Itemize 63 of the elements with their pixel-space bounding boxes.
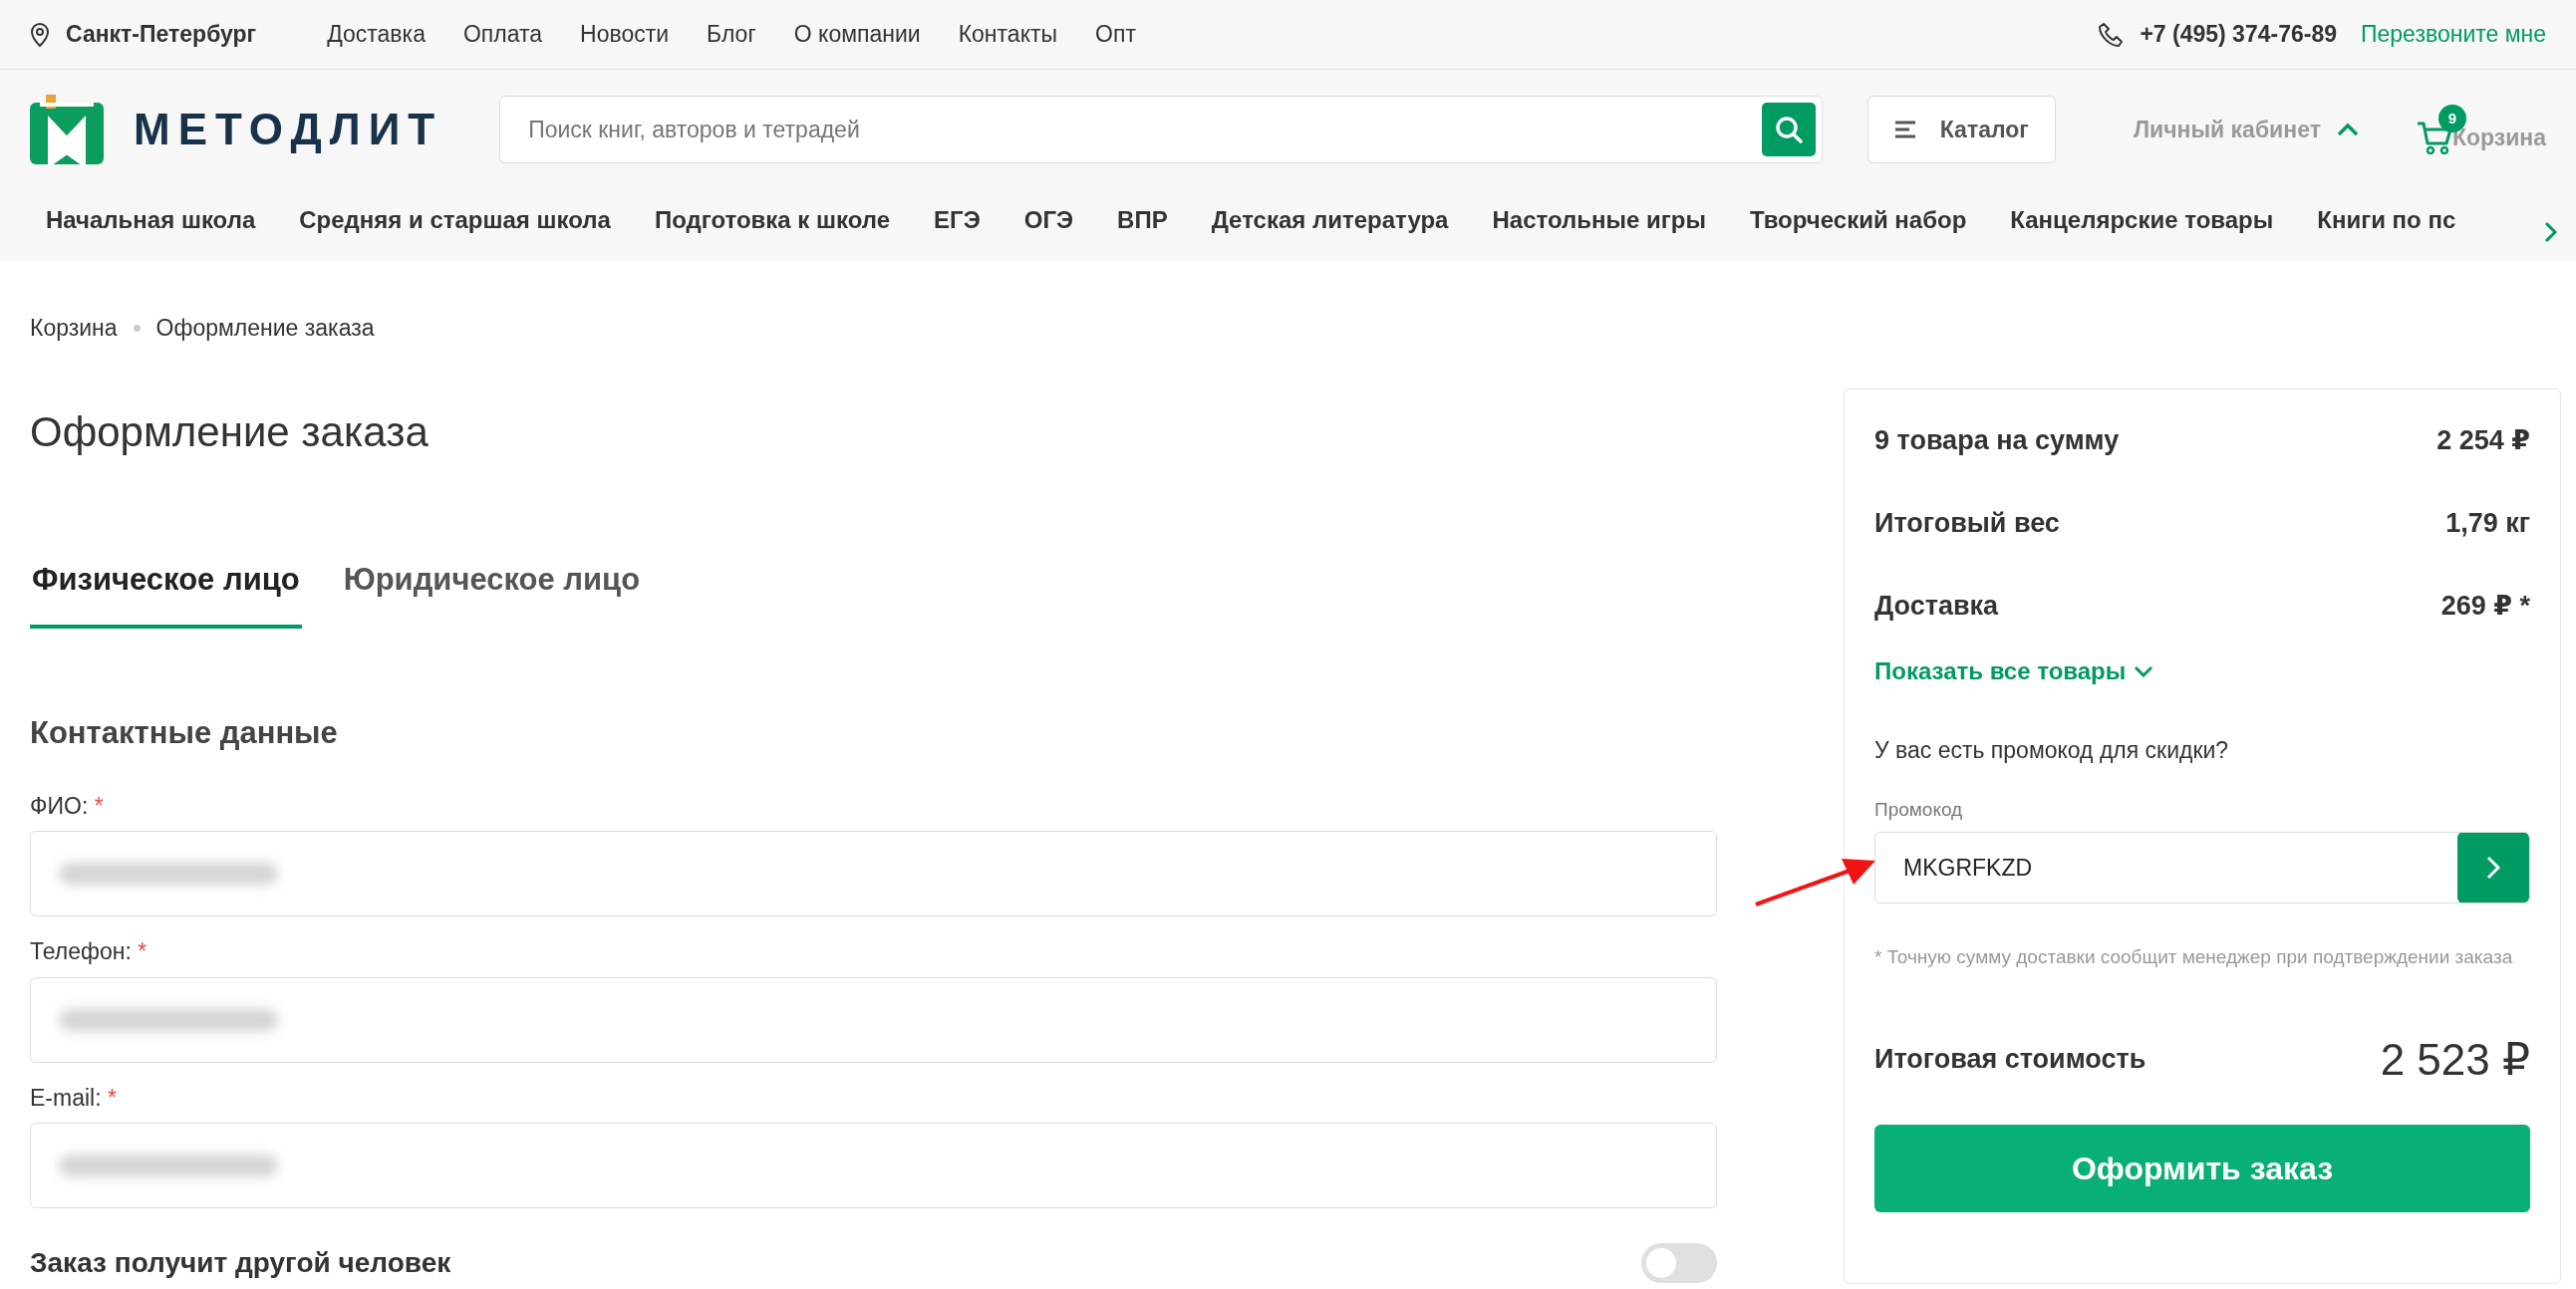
- page-title: Оформление заказа: [30, 406, 429, 457]
- tab[interactable]: Физическое лицо: [30, 556, 302, 630]
- nav-link[interactable]: Контакты: [958, 17, 1058, 52]
- toggle-label: Заказ получит другой человек: [30, 1246, 451, 1281]
- breadcrumb-link[interactable]: Оформление заказа: [155, 311, 375, 346]
- search-input[interactable]: Поиск книг, авторов и тетрадей: [526, 111, 1762, 148]
- category-link[interactable]: Настольные игры: [1492, 202, 1706, 238]
- summary-label: Доставка: [1874, 590, 1999, 624]
- tab[interactable]: Юридическое лицо: [341, 556, 643, 630]
- input-field[interactable]: [30, 1123, 1717, 1209]
- breadcrumb-link[interactable]: Корзина: [30, 311, 118, 346]
- field-label: E-mail: *: [30, 1083, 118, 1113]
- summary-value: 1,79 кг: [2445, 507, 2530, 541]
- nav-link[interactable]: Доставка: [327, 17, 426, 52]
- chevron-up-icon: [2336, 123, 2359, 136]
- category-link[interactable]: Канцелярские товары: [2010, 202, 2274, 238]
- category-link[interactable]: Начальная школа: [46, 202, 256, 238]
- category-link[interactable]: ЕГЭ: [934, 202, 981, 238]
- category-link[interactable]: Творческий набор: [1749, 202, 1967, 238]
- section-title: Контактные данные: [30, 714, 339, 753]
- nav-link[interactable]: Новости: [580, 17, 670, 52]
- search-button[interactable]: [1761, 103, 1816, 156]
- city-label[interactable]: Санкт-Петербург: [66, 17, 257, 52]
- search-icon: [1773, 115, 1804, 144]
- total-value: 2 523 ₽: [2380, 1033, 2530, 1086]
- nav-link[interactable]: Блог: [707, 17, 756, 52]
- show-all-link[interactable]: Показать все товары: [1874, 653, 2154, 689]
- chevron-right-icon: [2544, 221, 2558, 243]
- menu-icon: [1893, 121, 1916, 138]
- promo-question: У вас есть промокод для скидки?: [1874, 736, 2230, 765]
- delivery-note: * Точную сумму доставки сообщит менеджер при подтверждении заказа: [1874, 945, 2514, 969]
- catalog-button[interactable]: Каталог: [1866, 96, 2056, 163]
- book-logo-icon: [30, 95, 104, 164]
- nav-link[interactable]: Опт: [1095, 17, 1136, 52]
- summary-label: 9 товара на сумму: [1874, 424, 2120, 458]
- category-link[interactable]: Средняя и старшая школа: [299, 202, 611, 238]
- category-link[interactable]: Детская литература: [1211, 202, 1449, 238]
- phone-number[interactable]: +7 (495) 374-76-89: [2140, 17, 2337, 52]
- category-link[interactable]: ВПР: [1117, 202, 1168, 238]
- category-link[interactable]: Подготовка к школе: [654, 202, 891, 238]
- toggle-switch[interactable]: [1641, 1243, 1717, 1284]
- input-field[interactable]: [30, 831, 1717, 917]
- summary-label: Итоговый вес: [1874, 507, 2060, 541]
- summary-value: 2 254 ₽: [2436, 424, 2530, 458]
- search-field[interactable]: Поиск книг, авторов и тетрадей: [499, 96, 1823, 163]
- field-label: Телефон: *: [30, 937, 148, 967]
- chevron-down-icon: [2134, 665, 2154, 677]
- field-label: ФИО: *: [30, 791, 105, 821]
- logo-text[interactable]: МЕТОДЛИТ: [134, 97, 443, 162]
- phone-icon: [2098, 21, 2125, 48]
- nav-link[interactable]: О компании: [793, 17, 921, 52]
- chevron-right-icon: [2486, 856, 2500, 880]
- category-link[interactable]: Книги по пс: [2317, 202, 2456, 238]
- location-pin-icon: [30, 21, 50, 48]
- total-label: Итоговая стоимость: [1874, 1043, 2147, 1077]
- summary-value: 269 ₽ *: [2440, 590, 2530, 624]
- category-link[interactable]: ОГЭ: [1023, 202, 1074, 238]
- breadcrumb-separator: [133, 324, 141, 332]
- input-field[interactable]: [30, 976, 1717, 1063]
- nav-link[interactable]: Оплата: [462, 17, 543, 52]
- promo-label: Промокод: [1874, 797, 1964, 822]
- apply-promo-button[interactable]: [2457, 833, 2529, 902]
- promo-field[interactable]: MKGRFKZD: [1874, 832, 2530, 903]
